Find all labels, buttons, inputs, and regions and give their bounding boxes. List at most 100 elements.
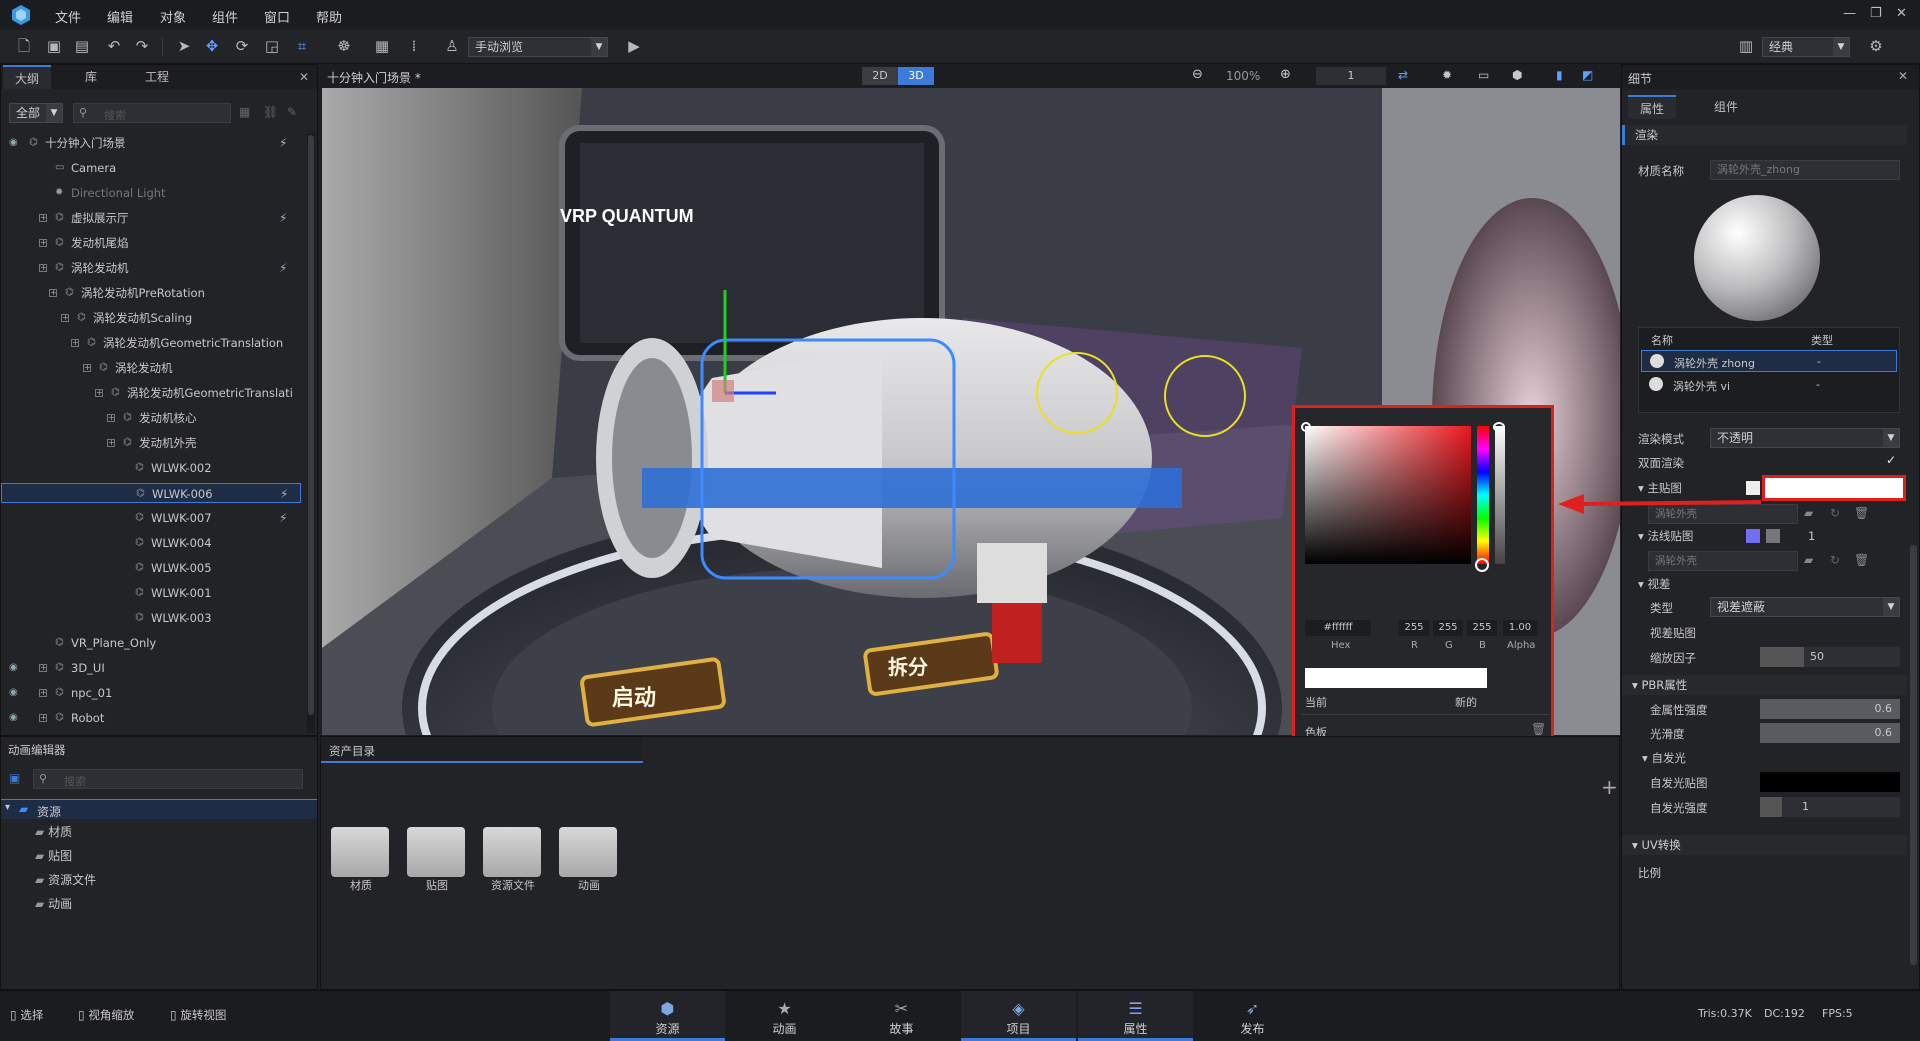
uv-section[interactable]: ▾ UV转换 <box>1622 835 1907 855</box>
folder-icon[interactable]: ▰ <box>1804 506 1813 520</box>
outline-item[interactable]: ✹ Directional Light <box>1 183 301 203</box>
view-zoom-mode[interactable]: ▯ 视角缩放 <box>78 1007 134 1023</box>
layout-icon[interactable]: ▥ <box>1736 36 1756 56</box>
frame-input[interactable]: 1 <box>1316 67 1386 85</box>
scrollbar[interactable] <box>1910 545 1917 965</box>
outline-item[interactable]: + ⌬ 涡轮发动机GeometricTranslation <box>1 333 301 353</box>
tree-root[interactable]: ▾ ▰ 资源 <box>1 799 317 819</box>
outline-item[interactable]: + ⌬ 涡轮发动机PreRotation <box>1 283 301 303</box>
folder-animations[interactable]: 动画 <box>559 827 619 907</box>
expand-toggle-icon[interactable]: + <box>39 689 47 697</box>
double-sided-checkbox[interactable]: ✓ <box>1886 453 1896 467</box>
render-mode-select[interactable]: 不透明 ▼ <box>1710 428 1900 448</box>
expand-toggle-icon[interactable]: + <box>61 314 69 322</box>
filter-icon[interactable]: ▦ <box>239 105 250 119</box>
bottom-tab-story[interactable]: ✂ 故事 <box>844 991 959 1041</box>
view-mode-select[interactable]: 手动浏览 ▼ <box>468 37 608 57</box>
folder-icon[interactable]: ▰ <box>1804 553 1813 567</box>
outline-item[interactable]: ◉ + ⌬ 3D_UI <box>1 658 301 678</box>
menu-window[interactable]: 窗口 <box>264 7 290 26</box>
outline-item[interactable]: + ⌬ 涡轮发动机 <box>1 358 301 378</box>
folder-resource-files[interactable]: 资源文件 <box>483 827 543 907</box>
outline-item[interactable]: + ⌬ 发动机外壳 <box>1 433 301 453</box>
mode-2d-button[interactable]: 2D <box>862 67 898 85</box>
menu-object[interactable]: 对象 <box>160 7 186 26</box>
bottom-tab-publish[interactable]: ➶ 发布 <box>1195 991 1310 1041</box>
new-file-icon[interactable]: 🗋 <box>14 36 34 56</box>
normal-swatch[interactable] <box>1746 529 1760 543</box>
close-icon[interactable]: ✕ <box>1898 69 1908 83</box>
expand-toggle-icon[interactable]: + <box>39 714 47 722</box>
zoom-in-icon[interactable]: ⊕ <box>1280 67 1291 82</box>
folder-materials[interactable]: 材质 <box>331 827 391 907</box>
tree-item-resource-files[interactable]: ▰ 资源文件 <box>35 871 96 888</box>
scale-tool-icon[interactable]: ◲ <box>262 36 282 56</box>
scale-factor-slider[interactable]: 50 <box>1760 647 1900 667</box>
outline-item[interactable]: + ⌬ 涡轮发动机Scaling <box>1 308 301 328</box>
redo-icon[interactable]: ↷ <box>132 36 152 56</box>
menu-help[interactable]: 帮助 <box>316 7 342 26</box>
script-flag-icon[interactable]: ⚡ <box>279 208 287 228</box>
outline-item[interactable]: ⌬ WLWK-001 <box>1 583 301 603</box>
script-flag-icon[interactable]: ⚡ <box>279 258 287 278</box>
rotate-view-mode[interactable]: ▯ 旋转视图 <box>170 1007 226 1023</box>
emissive-strength-slider[interactable]: 1 <box>1760 797 1900 817</box>
outline-item[interactable]: + ⌬ 涡轮发动机 ⚡ <box>1 258 301 278</box>
save-all-icon[interactable]: ▤ <box>72 36 92 56</box>
hue-cursor[interactable] <box>1475 558 1489 572</box>
layout-select[interactable]: 经典 ▼ <box>1762 37 1850 57</box>
hex-input[interactable]: #ffffff <box>1305 620 1371 636</box>
menu-file[interactable]: 文件 <box>55 7 81 26</box>
outline-item[interactable]: ⌬ WLWK-002 <box>1 458 301 478</box>
outline-item[interactable]: ◉ + ⌬ Robot <box>1 708 301 728</box>
bottom-tab-project[interactable]: ◈ 项目 <box>961 991 1076 1041</box>
parallax-type-select[interactable]: 视差遮蔽 ▼ <box>1710 597 1900 617</box>
reset-icon[interactable]: ↻ <box>1830 506 1840 520</box>
select-mode[interactable]: ▯ 选择 <box>10 1007 43 1023</box>
play-icon[interactable]: ▶ <box>624 36 644 56</box>
script-flag-icon[interactable]: ⚡ <box>279 133 287 153</box>
expand-toggle-icon[interactable]: + <box>39 239 47 247</box>
outline-item[interactable]: ◉ ⌬ 十分钟入门场景 ⚡ <box>1 133 301 153</box>
outline-item[interactable]: ⌬ WLWK-007 ⚡ <box>1 508 301 528</box>
tab-asset-directory[interactable]: 资产目录 <box>321 737 643 763</box>
save-icon[interactable]: ▣ <box>44 36 64 56</box>
camera-icon[interactable]: ▭ <box>1478 68 1489 82</box>
scene-start-button[interactable]: 启动 <box>612 680 656 712</box>
script-flag-icon[interactable]: ⚡ <box>280 484 288 504</box>
reset-icon[interactable]: ↻ <box>1830 553 1840 567</box>
visibility-eye-icon[interactable]: ◉ <box>9 713 21 723</box>
menu-component[interactable]: 组件 <box>212 7 238 26</box>
close-icon[interactable]: ✕ <box>1896 6 1907 21</box>
tab-outline[interactable]: 大纲 <box>3 65 52 89</box>
expand-toggle-icon[interactable]: + <box>83 364 91 372</box>
sync-icon[interactable]: ⇄ <box>1398 68 1408 82</box>
rotate-tool-icon[interactable]: ⟳ <box>232 36 252 56</box>
expand-toggle-icon[interactable]: + <box>71 339 79 347</box>
bottom-tab-properties[interactable]: ☰ 属性 <box>1078 991 1193 1041</box>
expand-toggle-icon[interactable]: + <box>49 289 57 297</box>
scrollbar[interactable] <box>307 133 315 733</box>
alpha-slider[interactable] <box>1495 426 1505 564</box>
pbr-section[interactable]: ▾ PBR属性 <box>1622 675 1907 695</box>
normal-swatch-gray[interactable] <box>1766 529 1780 543</box>
table-row[interactable]: 涡轮外壳 vi - <box>1641 374 1897 396</box>
script-flag-icon[interactable]: ⚡ <box>279 508 287 528</box>
material-name-field[interactable]: 涡轮外壳_zhong <box>1710 160 1900 180</box>
alpha-cursor[interactable] <box>1493 422 1505 432</box>
snap-icon[interactable]: ☸ <box>334 36 354 56</box>
person-icon[interactable]: ♙ <box>442 36 462 56</box>
emissive-color-field[interactable] <box>1760 772 1900 792</box>
b-input[interactable]: 255 <box>1467 620 1497 636</box>
asset-search-input[interactable]: ⚲ 搜索 <box>33 769 303 789</box>
lock-icon[interactable]: ▮ <box>1556 68 1563 82</box>
normal-file[interactable]: 涡轮外壳_zhong_BumpMap.d <box>1648 551 1798 571</box>
move-tool-icon[interactable]: ✥ <box>202 36 222 56</box>
outline-item[interactable]: + ⌬ 发动机尾焰 <box>1 233 301 253</box>
cube-icon[interactable]: ⬢ <box>1512 68 1522 82</box>
tab-project[interactable]: 工程 <box>133 65 181 89</box>
folder-textures[interactable]: 贴图 <box>407 827 467 907</box>
outline-item[interactable]: ▭ Camera <box>1 158 301 178</box>
visibility-eye-icon[interactable]: ◉ <box>9 138 21 148</box>
tree-item-animations[interactable]: ▰ 动画 <box>35 895 72 912</box>
